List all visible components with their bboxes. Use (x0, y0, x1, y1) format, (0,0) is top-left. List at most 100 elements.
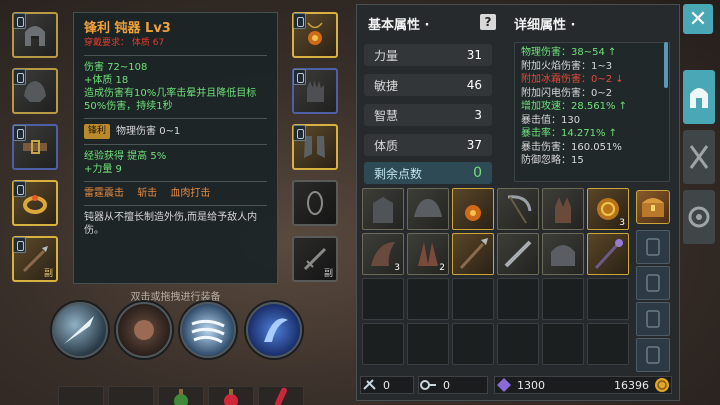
equip-slot-offhand[interactable]: 副 (292, 236, 338, 282)
inventory-slot[interactable] (452, 188, 494, 230)
inventory-slot[interactable] (407, 278, 449, 320)
item-stat: 伤害 72~108 (84, 62, 148, 73)
key-icon (420, 380, 436, 390)
close-button[interactable]: ✕ (683, 4, 713, 34)
detail-line: 增加攻速：28.561% ↑ (521, 101, 628, 112)
inventory-slot[interactable] (362, 278, 404, 320)
equip-slot-gloves[interactable] (292, 68, 338, 114)
crystal-count: 1300 (517, 378, 545, 392)
inventory-slot[interactable] (542, 323, 584, 365)
staff-item-icon (594, 239, 623, 270)
quick-slot[interactable] (208, 386, 254, 405)
detail-scrollbar[interactable] (664, 42, 668, 88)
tab-settings[interactable] (683, 190, 715, 244)
inventory-slot[interactable]: 2 (407, 233, 449, 275)
stat-value: 31 (466, 48, 482, 62)
item-count: 3 (619, 218, 625, 228)
remaining-points: 剩余点数 0 (364, 162, 492, 184)
equip-slot-ring[interactable] (12, 180, 58, 226)
scythe-item-icon (507, 195, 532, 224)
inventory-slot[interactable] (452, 233, 494, 275)
quick-slot[interactable] (258, 386, 304, 405)
inventory-slot[interactable] (542, 233, 584, 275)
remaining-label: 剩余点数 (374, 166, 423, 181)
tab-equipment[interactable] (683, 70, 715, 124)
lock-tag-icon (13, 181, 26, 197)
detail-line: 物理伤害：38~54 ↑ (521, 47, 617, 58)
stat-name: 敏捷 (374, 78, 399, 93)
detail-attributes-list[interactable]: 物理伤害：38~54 ↑ 附加火焰伤害：1~3 附加冰霜伤害：0~2 ↓ 附加闪… (514, 42, 670, 182)
inventory-slot[interactable] (452, 278, 494, 320)
helmet-item-icon (551, 245, 575, 266)
stat-constitution: 体质 37 (364, 134, 492, 156)
divider (84, 181, 267, 182)
lock-icon (646, 310, 660, 328)
equip-slot-helmet[interactable] (12, 12, 58, 58)
detail-line: 附加火焰伤害：1~3 (521, 60, 613, 72)
inventory-slot[interactable] (497, 278, 539, 320)
divider (84, 118, 267, 119)
inventory-slot[interactable] (497, 323, 539, 365)
detail-line: 暴击值：130 (521, 114, 581, 126)
divider (84, 205, 267, 206)
locked-bag-slot[interactable] (636, 266, 670, 300)
locked-bag-slot[interactable] (636, 230, 670, 264)
skill-strike-icon[interactable] (116, 302, 172, 358)
gold-coin-icon (655, 378, 669, 392)
equip-slot-weapon[interactable]: 副 (12, 236, 58, 282)
item-stat: +体质 18 (84, 75, 129, 86)
locked-bag-slot[interactable] (636, 302, 670, 336)
inventory-slot[interactable] (362, 323, 404, 365)
crystal-icon (497, 378, 511, 392)
lock-tag-icon (13, 69, 26, 85)
inventory-slot[interactable] (497, 233, 539, 275)
equip-slot-belt[interactable] (12, 124, 58, 170)
quick-slot[interactable] (108, 386, 154, 405)
skill-wind-icon[interactable] (180, 302, 236, 358)
skill-slash-icon[interactable] (52, 302, 108, 358)
offhand-label: 副 (323, 269, 333, 279)
bonus-stat: 经验获得 提高 5% (84, 151, 167, 162)
equip-slot-boots[interactable] (292, 124, 338, 170)
lock-icon (646, 238, 660, 256)
affix-badge: 锋利 (84, 124, 111, 139)
treasure-chest-button[interactable] (636, 190, 670, 224)
amulet-item-icon (465, 205, 481, 221)
chest-icon (642, 198, 664, 217)
basic-attributes-title: 基本属性 · (368, 18, 430, 33)
armor-item-icon (373, 197, 393, 223)
quick-slot[interactable] (58, 386, 104, 405)
inventory-slot[interactable] (542, 278, 584, 320)
locked-bag-slot[interactable] (636, 338, 670, 372)
crossed-swords-icon (689, 145, 709, 169)
scroll-currency: 0 (360, 376, 414, 394)
vial-icon (275, 387, 287, 405)
inventory-slot[interactable]: 3 (362, 233, 404, 275)
shoulder-item-icon (414, 199, 442, 217)
divider (84, 55, 267, 56)
inventory-slot[interactable] (542, 188, 584, 230)
question-icon[interactable]: ? (480, 14, 496, 30)
inventory-slot[interactable] (587, 233, 629, 275)
inventory-slot[interactable]: 3 (587, 188, 629, 230)
equip-slot-ring-2[interactable] (292, 180, 338, 226)
quick-slot[interactable] (158, 386, 204, 405)
inventory-slot[interactable] (587, 278, 629, 320)
inventory-slot[interactable] (407, 323, 449, 365)
equip-slot-shoulder[interactable] (12, 68, 58, 114)
detail-line: 附加闪电伤害：0~2 (521, 87, 613, 99)
stat-name: 体质 (374, 138, 399, 153)
detail-line: 暴击率：14.271% ↑ (521, 128, 618, 139)
lock-tag-icon (13, 13, 26, 29)
skill-thunder-icon[interactable] (246, 302, 302, 358)
inventory-slot[interactable] (452, 323, 494, 365)
stat-agility: 敏捷 46 (364, 74, 492, 96)
gear-icon (688, 206, 710, 228)
tab-weapons[interactable] (683, 130, 715, 184)
inventory-slot[interactable] (497, 188, 539, 230)
inventory-slot[interactable] (407, 188, 449, 230)
inventory-slot[interactable] (587, 323, 629, 365)
inventory-slot[interactable] (362, 188, 404, 230)
item-stat: 造成伤害有10%几率击晕并且降低目标50%伤害，持续1秒 (84, 88, 257, 112)
equip-slot-amulet[interactable] (292, 12, 338, 58)
